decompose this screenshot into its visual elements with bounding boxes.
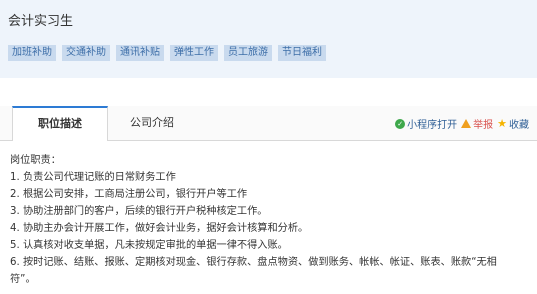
star-icon: ★ [497, 116, 507, 130]
responsibility-item: 4. 协助主办会计开展工作，做好会计业务，据好会计核算和分析。 [10, 223, 309, 234]
benefit-tag: 交通补助 [62, 45, 110, 61]
benefit-tag: 弹性工作 [170, 45, 218, 61]
benefit-tag: 员工旅游 [224, 45, 272, 61]
job-title: 会计实习生 [8, 14, 74, 29]
miniapp-label: 小程序打开 [407, 120, 458, 131]
benefit-tag: 通讯补贴 [116, 45, 164, 61]
report-link[interactable]: 举报 [461, 116, 493, 131]
responsibility-item: 符”。 [10, 274, 36, 285]
job-header: 会计实习生 加班补助 交通补助 通讯补贴 弹性工作 员工旅游 节日福利 [0, 0, 537, 78]
responsibility-item: 6. 按时记账、结账、报账、定期核对现金、银行存款、盘点物资、做到账务、帐帐、帐… [10, 257, 497, 268]
report-label: 举报 [473, 120, 494, 131]
benefit-tag: 节日福利 [278, 45, 326, 61]
miniapp-icon: ✓ [395, 118, 406, 129]
benefit-tag: 加班补助 [8, 45, 56, 61]
tab-company-intro[interactable]: 公司介绍 [122, 106, 182, 140]
job-description: 岗位职责： 1. 负责公司代理记账的日常财务工作 2. 根据公司安排，工商局注册… [10, 152, 530, 288]
favorite-link[interactable]: ★ 收藏 [497, 116, 529, 132]
responsibility-item: 5. 认真核对收支单据，凡未按规定审批的单据一律不得入账。 [10, 240, 288, 251]
warning-icon [461, 119, 472, 128]
job-actions: ✓ 小程序打开 举报 ★ 收藏 [395, 116, 529, 131]
responsibility-item: 2. 根据公司安排，工商局注册公司，银行开户等工作 [10, 189, 248, 200]
responsibility-item: 3. 协助注册部门的客户，后续的银行开户税种核定工作。 [10, 206, 268, 217]
favorite-label: 收藏 [509, 120, 529, 131]
responsibilities-heading: 岗位职责： [10, 155, 61, 166]
benefit-tags: 加班补助 交通补助 通讯补贴 弹性工作 员工旅游 节日福利 [8, 45, 326, 61]
tab-job-description[interactable]: 职位描述 [12, 106, 108, 141]
section-gap [0, 78, 537, 106]
open-miniapp-link[interactable]: ✓ 小程序打开 [395, 116, 457, 131]
responsibility-item: 1. 负责公司代理记账的日常财务工作 [10, 172, 176, 183]
